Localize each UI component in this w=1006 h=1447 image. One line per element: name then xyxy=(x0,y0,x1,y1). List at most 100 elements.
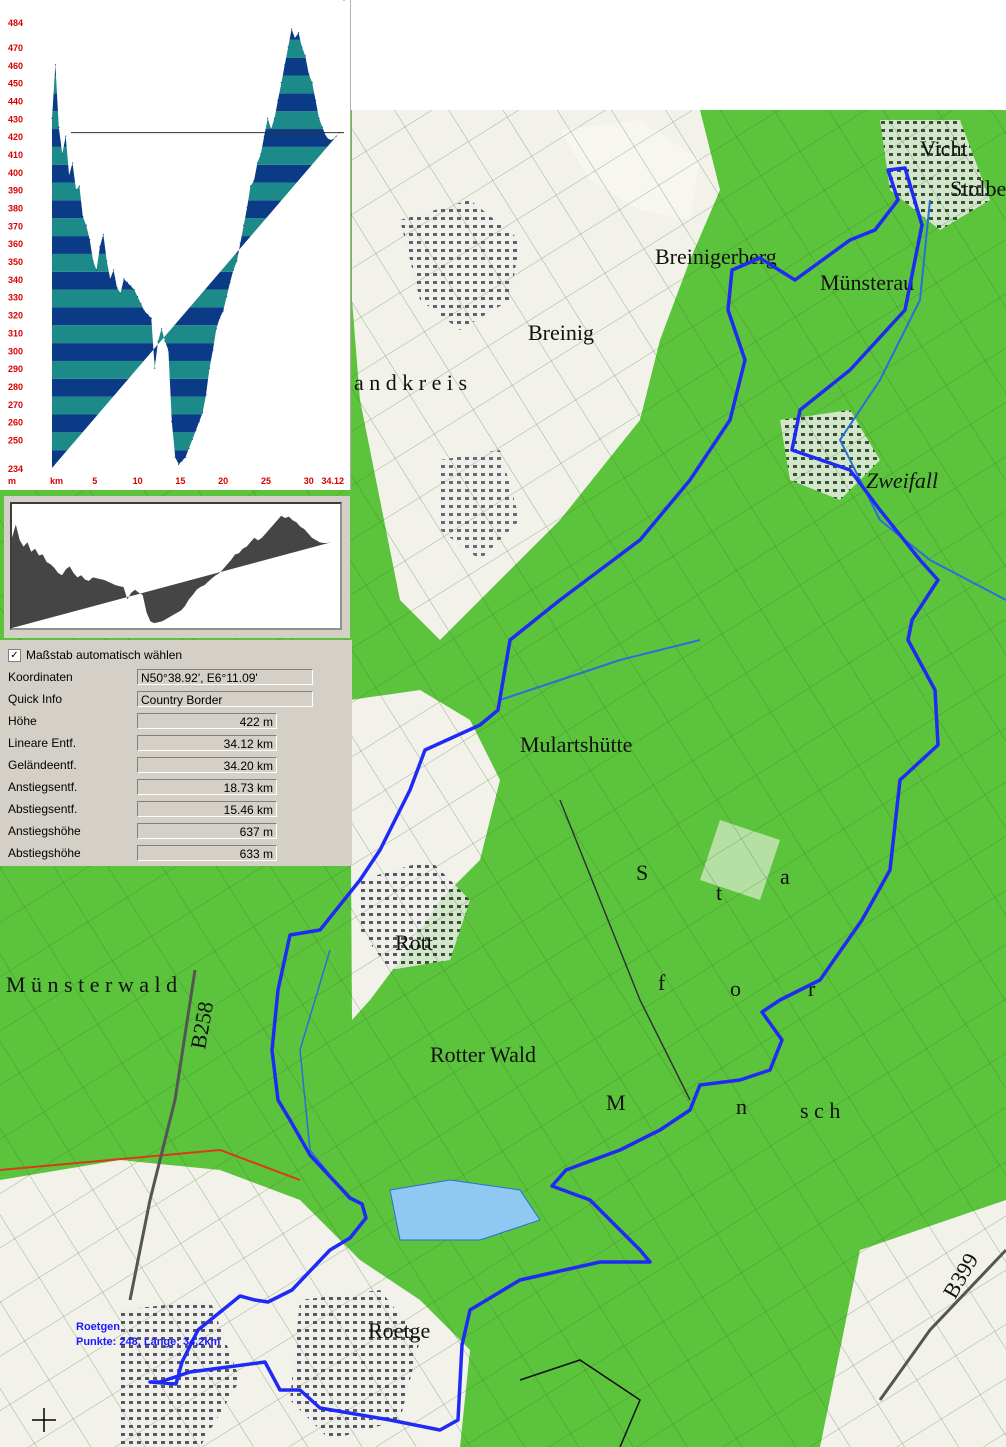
elevation-point xyxy=(123,278,125,280)
y-tick-label: 290 xyxy=(8,364,23,374)
elevation-band xyxy=(52,378,340,397)
overview-profile-area xyxy=(12,515,335,628)
terrain-distance-value: 34.20 km xyxy=(137,757,277,773)
label-breinigerberg: Breinigerberg xyxy=(655,244,777,269)
elevation-point xyxy=(133,289,135,291)
elevation-point xyxy=(195,429,197,432)
elevation-point xyxy=(308,73,310,75)
elevation-point xyxy=(61,153,63,155)
elevation-point xyxy=(294,37,296,39)
route-label-line2: Punkte: 248, Länge: 34,2km xyxy=(76,1336,220,1348)
label-forest-n: n xyxy=(736,1094,747,1119)
elevation-point xyxy=(78,185,80,187)
label-forest-f: f xyxy=(658,970,666,995)
x-tick-label: 20 xyxy=(218,476,228,486)
elevation-point xyxy=(89,239,91,241)
elevation-point xyxy=(130,285,132,287)
terrain-distance-label: Geländeentf. xyxy=(8,758,77,772)
coordinates-label: Koordinaten xyxy=(8,670,73,684)
elevation-point xyxy=(164,340,166,342)
y-tick-label: 310 xyxy=(8,328,23,338)
y-tick-label: 280 xyxy=(8,382,23,392)
x-tick-label: 10 xyxy=(133,476,143,486)
coordinates-value: N50°38.92', E6°11.09' xyxy=(137,669,313,685)
elevation-point xyxy=(119,292,122,294)
elevation-point xyxy=(106,260,108,262)
label-mulartshutte: Mulartshütte xyxy=(520,732,632,757)
row-terrain-distance: Geländeentf. 34.20 km xyxy=(0,756,352,776)
label-stolberg: Stolbe xyxy=(950,176,1006,201)
elevation-point xyxy=(284,64,286,66)
elevation-point xyxy=(71,162,74,164)
elevation-point xyxy=(273,117,276,119)
elevation-band xyxy=(52,218,340,237)
y-tick-label: 410 xyxy=(8,150,23,160)
y-tick-label: 470 xyxy=(8,43,23,53)
label-rotter-wald: Rotter Wald xyxy=(430,1042,536,1067)
elevation-point xyxy=(140,303,142,305)
x-tick-label: 34.12 xyxy=(321,476,344,486)
elevation-point xyxy=(157,340,159,342)
elevation-point xyxy=(243,224,245,226)
row-descent-distance: Abstiegsentf. 15.46 km xyxy=(0,800,352,820)
row-coordinates: Koordinaten N50°38.92', E6°11.09' xyxy=(0,668,352,688)
x-unit-label: km xyxy=(50,476,63,486)
overview-profile-frame[interactable] xyxy=(10,502,342,630)
elevation-point xyxy=(191,438,193,441)
y-tick-label: 350 xyxy=(8,257,23,267)
label-forest-m: M xyxy=(606,1090,626,1115)
elevation-point xyxy=(75,189,77,191)
elevation-point xyxy=(202,412,204,414)
label-rott: Rott xyxy=(395,930,433,955)
label-munsterau: Münsterau xyxy=(820,270,914,295)
x-tick-label: 25 xyxy=(261,476,271,486)
y-tick-label: 440 xyxy=(8,96,23,106)
elevation-value: 422 m xyxy=(137,713,277,729)
elevation-point xyxy=(54,64,57,66)
elevation-point xyxy=(181,460,183,462)
label-forest-r: r xyxy=(808,976,816,1001)
elevation-band xyxy=(52,182,340,201)
elevation-point xyxy=(143,310,146,312)
y-tick-label: 320 xyxy=(8,311,23,321)
elevation-point xyxy=(328,139,330,141)
elevation-point xyxy=(301,46,303,48)
elevation-point xyxy=(126,281,128,284)
row-quick-info: Quick Info Country Border xyxy=(0,690,352,710)
elevation-point xyxy=(51,117,53,119)
elevation-band xyxy=(52,360,340,379)
elevation-point xyxy=(225,296,228,298)
x-tick-label: 30 xyxy=(304,476,314,486)
elevation-band xyxy=(52,450,340,468)
elevation-label: Höhe xyxy=(8,714,37,728)
elevation-point xyxy=(95,269,98,271)
descent-height-label: Abstiegshöhe xyxy=(8,846,81,860)
elevation-point xyxy=(239,242,241,244)
ascent-distance-label: Anstiegsentf. xyxy=(8,780,78,794)
elevation-point xyxy=(65,135,67,137)
elevation-point xyxy=(174,456,176,458)
elevation-point xyxy=(253,180,255,182)
label-forest-a: a xyxy=(780,864,790,889)
auto-scale-checkbox[interactable]: ✓ xyxy=(8,649,21,662)
x-tick-label: 15 xyxy=(175,476,185,486)
elevation-point xyxy=(171,421,173,423)
y-tick-label: 430 xyxy=(8,114,23,124)
elevation-band xyxy=(52,396,340,415)
linear-distance-label: Lineare Entf. xyxy=(8,736,77,750)
elevation-band xyxy=(52,432,340,451)
y-unit-label: m xyxy=(8,476,16,486)
elevation-point xyxy=(102,233,104,235)
elevation-point xyxy=(321,126,324,128)
elevation-point xyxy=(229,281,231,284)
overview-profile-chart xyxy=(12,515,335,628)
row-descent-height: Abstiegshöhe 633 m xyxy=(0,844,352,864)
elevation-profile-chart[interactable]: 484 470 460 450 440 430 420 410 400 390 380 370 360 3… xyxy=(0,0,350,490)
elevation-point xyxy=(58,126,60,128)
elevation-band xyxy=(52,200,340,219)
elevation-point xyxy=(232,269,235,271)
label-stadtkreis: a n d k r e i s xyxy=(354,370,467,395)
elevation-point xyxy=(256,162,258,164)
elevation-band xyxy=(52,93,340,112)
auto-scale-label: Maßstab automatisch wählen xyxy=(26,648,183,662)
